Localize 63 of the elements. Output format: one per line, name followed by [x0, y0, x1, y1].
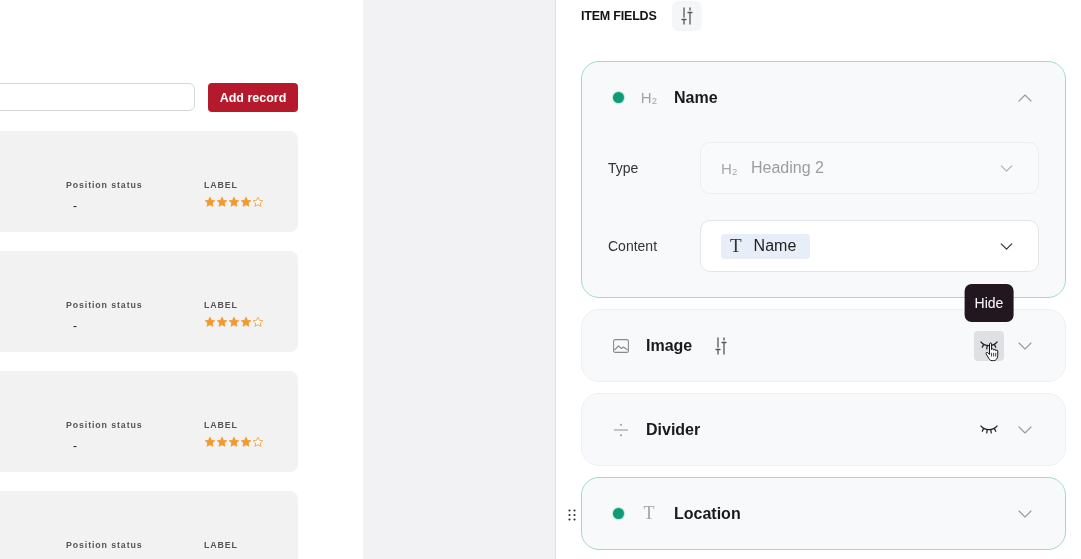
dropdown-field[interactable]: T Name	[700, 220, 1039, 272]
sliders-icon	[714, 336, 729, 355]
field-settings-button[interactable]	[671, 1, 702, 31]
field-name: Divider	[646, 420, 701, 439]
star-icon	[228, 196, 240, 208]
chevron-down-icon	[1000, 242, 1013, 250]
star-icon	[216, 196, 228, 208]
chevron-down-icon[interactable]	[1018, 425, 1032, 434]
search-field[interactable]	[0, 83, 195, 111]
record-card[interactable]: Position status LABEL	[0, 491, 298, 559]
record-card[interactable]: Position status - LABEL	[0, 131, 298, 232]
star-icon	[216, 436, 228, 448]
tooltip: Hide	[964, 283, 1014, 322]
star-icon	[252, 316, 264, 328]
field-name: Image	[646, 336, 693, 355]
field-type-glyph: T	[642, 503, 656, 524]
star-icon	[252, 196, 264, 208]
star-icon	[240, 436, 252, 448]
star-icon	[240, 316, 252, 328]
section-title: ITEM FIELDS	[581, 9, 657, 23]
sliders-icon	[679, 7, 694, 25]
star-icon	[228, 436, 240, 448]
star-icon	[204, 316, 216, 328]
dropdown-value: Heading 2	[751, 159, 824, 177]
drag-handle-icon[interactable]	[568, 509, 576, 521]
field-card[interactable]: Divider	[581, 393, 1066, 466]
closed-eye-icon	[980, 340, 998, 351]
field-type-glyph: H₂	[639, 89, 659, 106]
chip-label: Name	[753, 237, 797, 255]
rating-label: LABEL	[204, 300, 239, 311]
status-value: -	[73, 200, 78, 212]
status-label: Position status	[66, 180, 144, 191]
heading-glyph: H₂	[721, 159, 739, 177]
field-name: Location	[674, 504, 741, 523]
star-icon	[216, 316, 228, 328]
setting-label: Content	[608, 238, 659, 254]
closed-eye-icon	[980, 424, 998, 435]
chevron-down-icon[interactable]	[1018, 509, 1032, 518]
chevron-up-icon[interactable]	[1018, 93, 1032, 102]
setting-label: Type	[608, 160, 640, 176]
chevron-down-icon	[1000, 164, 1013, 172]
star-icon	[204, 436, 216, 448]
field-settings-button[interactable]	[714, 336, 729, 355]
star-icon	[228, 316, 240, 328]
star-icon	[240, 196, 252, 208]
field-name: Name	[674, 88, 718, 107]
record-card[interactable]: Position status - LABEL	[0, 371, 298, 472]
star-icon	[252, 436, 264, 448]
status-label: Position status	[66, 540, 144, 551]
rating-label: LABEL	[204, 180, 239, 191]
status-value: -	[73, 320, 78, 332]
status-label: Position status	[66, 420, 144, 431]
rating-label: LABEL	[204, 540, 238, 551]
add-record-button[interactable]: Add record	[208, 83, 298, 112]
star-icon	[204, 196, 216, 208]
chevron-down-icon[interactable]	[1018, 341, 1032, 350]
status-value: -	[73, 440, 78, 452]
status-label: Position status	[66, 300, 144, 311]
divider-icon	[613, 422, 629, 437]
text-glyph: T	[730, 235, 742, 257]
rating-label: LABEL	[204, 420, 239, 431]
image-icon	[613, 338, 629, 353]
record-card[interactable]: Position status - LABEL	[0, 251, 298, 352]
